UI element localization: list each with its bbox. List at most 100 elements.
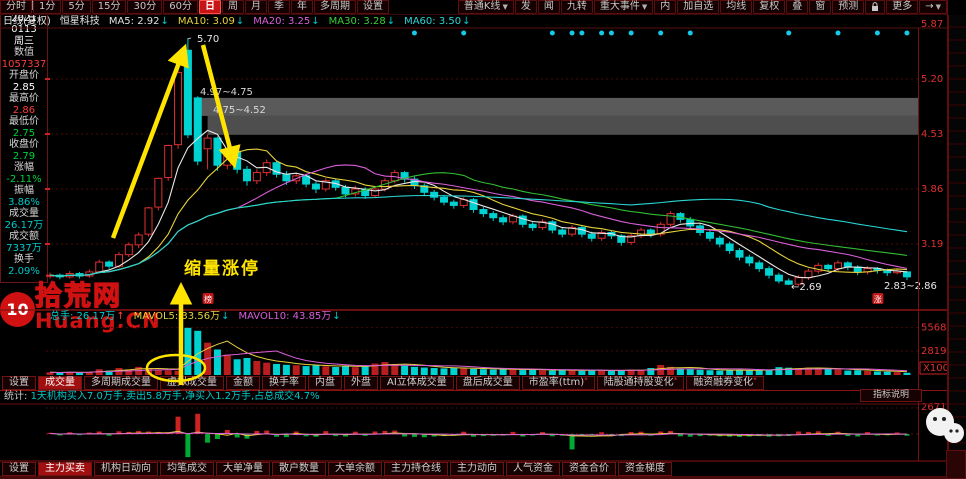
event-dot[interactable]: [786, 30, 792, 36]
event-dot[interactable]: [411, 30, 417, 36]
kline-chart-canvas[interactable]: 榜 涨 4.97~4.75 4.75~4.52 5.70 ←2.69 2.83~2.86 5.…: [0, 0, 966, 479]
event-dot[interactable]: [904, 30, 910, 36]
new-badge-star: *: [584, 376, 588, 384]
main-force-tab-8[interactable]: 主力动向: [450, 462, 504, 476]
more-button[interactable]: 更多: [886, 0, 919, 14]
stats-content: 1天机构买入7.0万手,卖出5.8万手,净买入1.2万手,占总成交4.7%: [30, 391, 320, 402]
volume-indicator-tabs: 设置 成交量 多周期成交量 虚拟成交量 金额 换手率 内盘 外盘 AI立体成交量 盘后成交量 市盈率…: [2, 376, 764, 390]
ma-value-3: MA30: 3.28 ↓: [328, 16, 396, 27]
tab-60min[interactable]: 60分: [163, 0, 198, 14]
ma-button[interactable]: 均线: [720, 0, 753, 14]
svg-text:←2.69: ←2.69: [791, 282, 822, 293]
period-toolbar: 分时 1分 5分 15分 30分 60分日周月季年多周期 设置 普通K线 ▼ 发闻九转 重大事件 ▼…: [0, 0, 947, 14]
ma-indicator-row: 日线(复权) 恒星科技 MA5: 2.92 ↓ MA10: 3.09 ↓ MA20: 3…: [3, 15, 470, 28]
fuquan-button[interactable]: 复权: [753, 0, 786, 14]
kline-style-select[interactable]: 普通K线 ▼: [457, 0, 514, 14]
institution-stats-row: 统计: 1天机构买入7.0万手,卖出5.8万手,净买入1.2万手,占总成交4.7…: [4, 391, 320, 403]
event-dot[interactable]: [549, 30, 555, 36]
main-force-tab-9[interactable]: 人气资金: [506, 462, 560, 476]
event-dot[interactable]: [658, 30, 664, 36]
wen-button[interactable]: 闻: [537, 0, 560, 14]
vol-tab-7[interactable]: 外盘: [344, 376, 378, 390]
add-watchlist-button[interactable]: 加自选: [677, 0, 720, 14]
main-force-tab-0[interactable]: 设置: [2, 462, 36, 476]
nei-button[interactable]: 内: [654, 0, 677, 14]
svg-text:5.20: 5.20: [921, 74, 943, 85]
vol-header-item-0: 总手: 26.17万 ↑: [50, 311, 125, 322]
main-force-tab-1[interactable]: 主力买卖: [38, 462, 92, 476]
event-dot[interactable]: [608, 30, 614, 36]
main-force-tab-6[interactable]: 大单余额: [328, 462, 382, 476]
jump-button[interactable]: → ▼: [919, 0, 947, 14]
vol-header-item-2: MAVOL10: 43.85万 ↓: [238, 311, 341, 322]
main-force-tab-2[interactable]: 机构日动向: [94, 462, 158, 476]
main-force-tab-10[interactable]: 资金合价: [562, 462, 616, 476]
vol-tab-5[interactable]: 换手率: [262, 376, 306, 390]
svg-text:4.97~4.75: 4.97~4.75: [200, 87, 253, 98]
tab-month[interactable]: 月: [244, 0, 267, 14]
ma-value-1: MA10: 3.09 ↓: [177, 16, 245, 27]
svg-text:4.53: 4.53: [921, 129, 943, 140]
wechat-icon: [926, 408, 964, 443]
major-events-button[interactable]: 重大事件 ▼: [593, 0, 654, 14]
main-force-tab-7[interactable]: 主力持仓线: [384, 462, 448, 476]
event-dot[interactable]: [579, 30, 585, 36]
window-button[interactable]: 窗: [809, 0, 832, 14]
vol-tab-1[interactable]: 成交量: [38, 376, 82, 390]
vol-tab-0[interactable]: 设置: [2, 376, 36, 390]
new-badge-star: *: [673, 376, 678, 384]
forecast-button[interactable]: 预测: [832, 0, 865, 14]
svg-text:3.86: 3.86: [921, 184, 943, 195]
tab-settings[interactable]: 设置: [356, 0, 389, 14]
vol-tab-8[interactable]: AI立体成交量: [380, 376, 454, 390]
qr-code-block: [946, 450, 966, 479]
event-dot[interactable]: [569, 30, 575, 36]
main-force-tab-11[interactable]: 资金梯度: [618, 462, 672, 476]
event-dot[interactable]: [835, 30, 841, 36]
tab-quarter[interactable]: 季: [267, 0, 290, 14]
vol-tab-2[interactable]: 多周期成交量: [84, 376, 158, 390]
indicator-help-button[interactable]: 指标说明: [860, 389, 922, 402]
fa-button[interactable]: 发: [514, 0, 537, 14]
tab-fenshi[interactable]: 分时: [0, 0, 32, 14]
tab-30min[interactable]: 30分: [127, 0, 163, 14]
vol-tab-12[interactable]: 融资融券变化 *: [686, 376, 764, 390]
main-force-tab-5[interactable]: 散户数量: [272, 462, 326, 476]
vol-tab-4[interactable]: 金额: [226, 376, 260, 390]
event-dot[interactable]: [874, 30, 880, 36]
vol-tab-3[interactable]: 虚拟成交量: [160, 376, 224, 390]
svg-text:3.19: 3.19: [921, 239, 943, 250]
svg-text:涨: 涨: [874, 294, 882, 304]
chevron-down-icon: ▼: [502, 3, 508, 11]
tool-buttons: 普通K线 ▼ 发闻九转 重大事件 ▼ 内加自选 均线 复权叠窗预测 更多 → ▼: [457, 0, 947, 14]
tab-1min[interactable]: 1分: [33, 0, 62, 14]
event-dot[interactable]: [461, 30, 467, 36]
lock-icon: [872, 2, 879, 11]
kline-mode-label: 日线(复权): [3, 16, 51, 27]
chevron-down-icon: ▼: [641, 3, 648, 11]
event-dot[interactable]: [628, 30, 634, 36]
event-dot[interactable]: [687, 30, 693, 36]
trading-app-window: 榜 涨 4.97~4.75 4.75~4.52 5.70 ←2.69 2.83~2.86 5.…: [0, 0, 966, 479]
vol-tab-10[interactable]: 市盈率(ttm) *: [521, 376, 595, 390]
main-force-tab-4[interactable]: 大单净量: [216, 462, 270, 476]
tab-year[interactable]: 年: [290, 0, 313, 14]
tab-5min[interactable]: 5分: [62, 0, 91, 14]
tab-15min[interactable]: 15分: [91, 0, 127, 14]
overlay-button[interactable]: 叠: [786, 0, 809, 14]
svg-text:榜: 榜: [204, 294, 212, 304]
svg-text:2.83~2.86: 2.83~2.86: [884, 281, 937, 292]
lock-button[interactable]: [865, 0, 886, 14]
jiuzhuan-button[interactable]: 九转: [560, 0, 593, 14]
vol-tab-9[interactable]: 盘后成交量: [455, 376, 520, 390]
tab-multi-period[interactable]: 多周期: [313, 0, 356, 14]
svg-text:4.75~4.52: 4.75~4.52: [213, 105, 266, 116]
vol-tab-11[interactable]: 陆股通持股变化 *: [596, 376, 685, 390]
event-dot[interactable]: [599, 30, 605, 36]
svg-text:X100: X100: [923, 363, 949, 374]
chevron-down-icon: ▼: [935, 3, 941, 11]
main-force-tab-3[interactable]: 均笔成交: [160, 462, 214, 476]
tab-day[interactable]: 日: [198, 0, 221, 14]
vol-tab-6[interactable]: 内盘: [308, 376, 342, 390]
tab-week[interactable]: 周: [221, 0, 244, 14]
